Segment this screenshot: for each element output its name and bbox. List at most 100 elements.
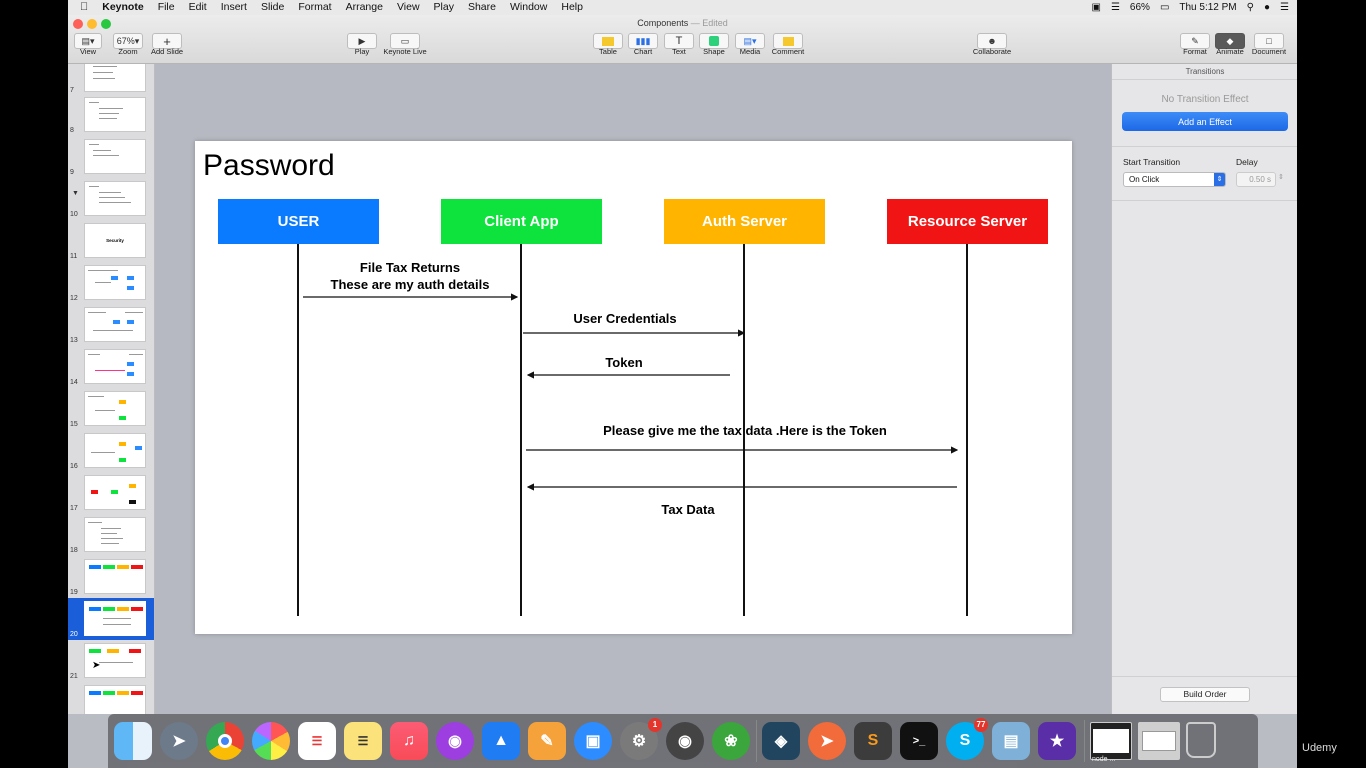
current-slide[interactable]: Password USER Client App Auth Server Res…	[195, 141, 1072, 634]
photo-booth-icon[interactable]: ◉	[666, 722, 704, 760]
slide-thumbnail: Security	[84, 223, 146, 258]
slide-thumb-19[interactable]: 19	[68, 556, 154, 598]
build-order-button[interactable]: Build Order	[1160, 687, 1250, 702]
menu-window[interactable]: Window	[510, 0, 547, 15]
slide-thumb-7[interactable]: 7	[68, 64, 154, 96]
select-arrows-icon: ⇕	[1214, 173, 1225, 186]
finder-icon[interactable]	[114, 722, 152, 760]
skype-icon[interactable]: S 77	[946, 718, 988, 760]
terminal-icon[interactable]: >_	[900, 722, 938, 760]
message-tax-data-request[interactable]: Please give me the tax data .Here is the…	[535, 422, 955, 439]
battery-icon[interactable]: ▭	[1160, 2, 1169, 13]
menu-view[interactable]: View	[397, 0, 420, 15]
start-transition-label: Start Transition	[1123, 157, 1181, 167]
slide-thumb-20[interactable]: 20	[68, 598, 154, 640]
collaborate-label: Collaborate	[972, 47, 1012, 56]
table-icon	[602, 36, 614, 46]
menu-share[interactable]: Share	[468, 0, 496, 15]
menu-keynote[interactable]: Keynote	[102, 0, 143, 15]
slide-number: 12	[70, 295, 78, 302]
menu-play[interactable]: Play	[434, 0, 454, 15]
slide-thumb-16[interactable]: 16	[68, 430, 154, 472]
slide-thumb-13[interactable]: 13	[68, 304, 154, 346]
notification-center-icon[interactable]: ☰	[1280, 2, 1289, 13]
mysql-workbench-icon[interactable]: ◈	[762, 722, 800, 760]
music-icon[interactable]: ♫	[390, 722, 428, 760]
add-effect-button[interactable]: Add an Effect	[1122, 112, 1288, 131]
slide-thumbnail	[84, 517, 146, 552]
zoom-icon[interactable]: ▣	[574, 722, 612, 760]
siri-icon[interactable]: ●	[1264, 2, 1270, 13]
slide-thumbnail	[84, 601, 146, 636]
add-slide-label: Add Slide	[150, 47, 184, 56]
divider	[1112, 676, 1297, 677]
node-window-icon[interactable]	[1090, 722, 1132, 760]
slide-number: 9	[70, 169, 74, 176]
imovie-icon[interactable]: ★	[1038, 722, 1076, 760]
message-user-credentials[interactable]: User Credentials	[530, 310, 720, 327]
apple-icon[interactable]: 	[80, 0, 88, 15]
dock: ➤ ☰ ☰ ♫ ◉ ▲ ✎ ▣ ⚙ 1 ◉ ❀ ◈ ➤ S >_ S 77 ▤ ★ …	[108, 714, 1258, 768]
slide-thumb-10[interactable]: ▼ 10	[68, 178, 154, 220]
reminders-icon[interactable]: ☰	[298, 722, 336, 760]
spring-tool-suite-icon[interactable]: ❀	[712, 722, 750, 760]
window-thumbnail-icon[interactable]	[1138, 722, 1180, 760]
menu-arrange[interactable]: Arrange	[346, 0, 383, 15]
slide-thumb-11[interactable]: Security 11	[68, 220, 154, 262]
notification-badge: 1	[648, 718, 662, 732]
wifi-icon[interactable]: ☰	[1111, 2, 1120, 13]
message-token[interactable]: Token	[574, 354, 674, 371]
slide-number: 13	[70, 337, 78, 344]
spotlight-icon[interactable]: ⚲	[1247, 2, 1254, 13]
slide-number: 21	[70, 673, 78, 680]
slide-thumb-12[interactable]: 12	[68, 262, 154, 304]
animate-icon: ◆	[1226, 35, 1234, 46]
divider	[1112, 200, 1297, 201]
menu-slide[interactable]: Slide	[261, 0, 284, 15]
tab-transitions[interactable]: Transitions	[1112, 64, 1297, 80]
launchpad-icon[interactable]: ➤	[160, 722, 198, 760]
menu-insert[interactable]: Insert	[221, 0, 247, 15]
notes-icon[interactable]: ☰	[344, 722, 382, 760]
message-tax-data[interactable]: Tax Data	[638, 501, 738, 518]
clock[interactable]: Thu 5:12 PM	[1179, 2, 1236, 13]
document-icon: □	[1266, 36, 1272, 46]
message-file-tax-returns[interactable]: File Tax Returns These are my auth detai…	[310, 259, 510, 293]
notification-badge: 77	[974, 718, 988, 732]
keynote-icon[interactable]: ▲	[482, 722, 520, 760]
start-transition-select[interactable]: On Click ⇕	[1123, 172, 1226, 187]
chart-icon: ▮▮▮	[635, 35, 651, 46]
trash-icon[interactable]	[1186, 722, 1216, 758]
pages-icon[interactable]: ✎	[528, 722, 566, 760]
preview-icon[interactable]: ▤	[992, 722, 1030, 760]
paintbrush-icon: ✎	[1191, 35, 1199, 46]
system-preferences-icon[interactable]: ⚙ 1	[620, 718, 662, 760]
mouse-pointer-icon: ➤	[92, 660, 101, 671]
menu-help[interactable]: Help	[561, 0, 583, 15]
chrome-icon[interactable]	[206, 722, 244, 760]
slide-thumb-14[interactable]: 14	[68, 346, 154, 388]
slide-thumb-18[interactable]: 18	[68, 514, 154, 556]
slide-navigator: 7 8 9 ▼ 10 Security 11 12 13 14 15 16 17…	[68, 64, 155, 714]
podcasts-icon[interactable]: ◉	[436, 722, 474, 760]
slide-thumb-8[interactable]: 8	[68, 94, 154, 136]
disclosure-triangle-icon[interactable]: ▼	[72, 190, 79, 197]
photos-icon[interactable]	[252, 722, 290, 760]
divider	[1112, 146, 1297, 147]
menu-format[interactable]: Format	[298, 0, 331, 15]
slide-thumb-9[interactable]: 9	[68, 136, 154, 178]
delay-stepper-icon[interactable]: ⇕	[1278, 173, 1284, 181]
delay-input[interactable]: 0.50 s	[1236, 172, 1276, 187]
menu-edit[interactable]: Edit	[189, 0, 207, 15]
slide-thumb-21[interactable]: 21 ➤	[68, 640, 154, 682]
menu-file[interactable]: File	[158, 0, 175, 15]
slide-thumb-17[interactable]: 17	[68, 472, 154, 514]
slide-canvas[interactable]: Password USER Client App Auth Server Res…	[155, 64, 1111, 714]
slide-thumb-15[interactable]: 15	[68, 388, 154, 430]
sublime-text-icon[interactable]: S	[854, 722, 892, 760]
battery-percent[interactable]: 66%	[1130, 2, 1150, 13]
screen-record-icon[interactable]: ▣	[1092, 2, 1101, 13]
slide-thumb-22[interactable]: 22	[68, 682, 154, 714]
postman-icon[interactable]: ➤	[808, 722, 846, 760]
slide-number: 11	[70, 253, 78, 260]
